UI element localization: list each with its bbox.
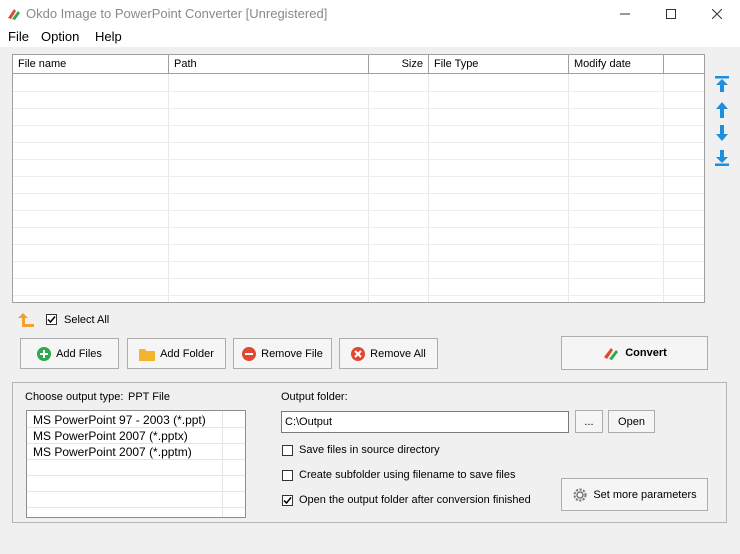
window-title: Okdo Image to PowerPoint Converter [Unre… bbox=[26, 6, 328, 21]
column-file-name[interactable]: File name bbox=[13, 55, 169, 74]
open-label: Open bbox=[618, 415, 645, 428]
table-row bbox=[13, 244, 704, 245]
table-row bbox=[13, 210, 704, 211]
app-logo-icon bbox=[8, 9, 20, 20]
browse-button[interactable]: ... bbox=[575, 410, 603, 433]
add-icon bbox=[37, 346, 52, 361]
parent-folder-icon[interactable] bbox=[18, 312, 36, 328]
column-filler bbox=[664, 55, 704, 74]
save-in-source-label: Save files in source directory bbox=[299, 444, 440, 456]
list-row-line bbox=[27, 443, 245, 444]
checkmark-icon bbox=[283, 497, 292, 505]
open-button[interactable]: Open bbox=[608, 410, 655, 433]
table-row bbox=[13, 261, 704, 262]
set-more-parameters-button[interactable]: Set more parameters bbox=[561, 478, 708, 511]
remove-file-label: Remove File bbox=[261, 347, 323, 360]
move-down-icon[interactable] bbox=[714, 124, 730, 142]
open-after-checkbox[interactable] bbox=[282, 495, 293, 506]
table-row bbox=[13, 108, 704, 109]
select-all-checkbox[interactable] bbox=[46, 314, 57, 325]
add-folder-button[interactable]: Add Folder bbox=[127, 338, 226, 369]
save-in-source-checkbox[interactable] bbox=[282, 445, 293, 456]
table-row bbox=[13, 278, 704, 279]
convert-button[interactable]: Convert bbox=[561, 336, 708, 370]
table-row bbox=[13, 159, 704, 160]
file-list[interactable]: File name Path Size File Type Modify dat… bbox=[12, 54, 705, 303]
list-row-line bbox=[27, 475, 245, 476]
convert-icon bbox=[604, 348, 619, 360]
maximize-button[interactable] bbox=[648, 0, 694, 27]
remove-all-icon bbox=[351, 346, 366, 361]
maximize-icon bbox=[666, 8, 676, 19]
open-after-label: Open the output folder after conversion … bbox=[299, 494, 531, 506]
table-row bbox=[13, 142, 704, 143]
list-item[interactable]: MS PowerPoint 2007 (*.pptm) bbox=[33, 445, 192, 459]
move-to-top-icon[interactable] bbox=[714, 75, 730, 93]
folder-icon bbox=[139, 348, 156, 361]
list-row-line bbox=[27, 491, 245, 492]
column-modify-date[interactable]: Modify date bbox=[569, 55, 664, 74]
minimize-button[interactable] bbox=[602, 0, 648, 27]
remove-all-button[interactable]: Remove All bbox=[339, 338, 438, 369]
add-files-button[interactable]: Add Files bbox=[20, 338, 119, 369]
create-subfolder-checkbox[interactable] bbox=[282, 470, 293, 481]
table-row bbox=[13, 176, 704, 177]
minimize-icon bbox=[620, 13, 630, 14]
browse-label: ... bbox=[584, 415, 594, 428]
column-path[interactable]: Path bbox=[169, 55, 369, 74]
select-all-label: Select All bbox=[64, 314, 110, 326]
menu-help[interactable]: Help bbox=[95, 29, 122, 44]
add-files-label: Add Files bbox=[56, 347, 102, 360]
output-type-label: Choose output type: bbox=[25, 391, 124, 403]
remove-icon bbox=[242, 346, 257, 361]
column-size[interactable]: Size bbox=[369, 55, 429, 74]
checkmark-icon bbox=[47, 316, 56, 324]
list-item[interactable]: MS PowerPoint 2007 (*.pptx) bbox=[33, 429, 188, 443]
remove-file-button[interactable]: Remove File bbox=[233, 338, 332, 369]
list-row-line bbox=[27, 427, 245, 428]
table-row bbox=[13, 295, 704, 296]
table-row bbox=[13, 91, 704, 92]
column-file-type[interactable]: File Type bbox=[429, 55, 569, 74]
list-item[interactable]: MS PowerPoint 97 - 2003 (*.ppt) bbox=[33, 413, 206, 427]
remove-all-label: Remove All bbox=[370, 347, 426, 360]
output-folder-input[interactable]: C:\Output bbox=[281, 411, 569, 433]
list-row-line bbox=[27, 459, 245, 460]
list-row-line bbox=[27, 507, 245, 508]
close-icon bbox=[712, 8, 722, 19]
move-up-icon[interactable] bbox=[714, 101, 730, 119]
move-to-bottom-icon[interactable] bbox=[714, 149, 730, 167]
table-row bbox=[13, 227, 704, 228]
menu-file[interactable]: File bbox=[8, 29, 29, 44]
menu-option[interactable]: Option bbox=[41, 29, 79, 44]
output-folder-label: Output folder: bbox=[281, 391, 348, 403]
gear-icon bbox=[573, 488, 587, 501]
create-subfolder-label: Create subfolder using filename to save … bbox=[299, 469, 516, 481]
convert-label: Convert bbox=[625, 347, 667, 359]
output-type-selected: PPT File bbox=[128, 391, 170, 403]
output-type-list[interactable]: MS PowerPoint 97 - 2003 (*.ppt) MS Power… bbox=[26, 410, 246, 518]
table-row bbox=[13, 193, 704, 194]
table-row bbox=[13, 125, 704, 126]
add-folder-label: Add Folder bbox=[160, 347, 214, 360]
close-button[interactable] bbox=[694, 0, 740, 27]
set-more-parameters-label: Set more parameters bbox=[593, 488, 697, 501]
